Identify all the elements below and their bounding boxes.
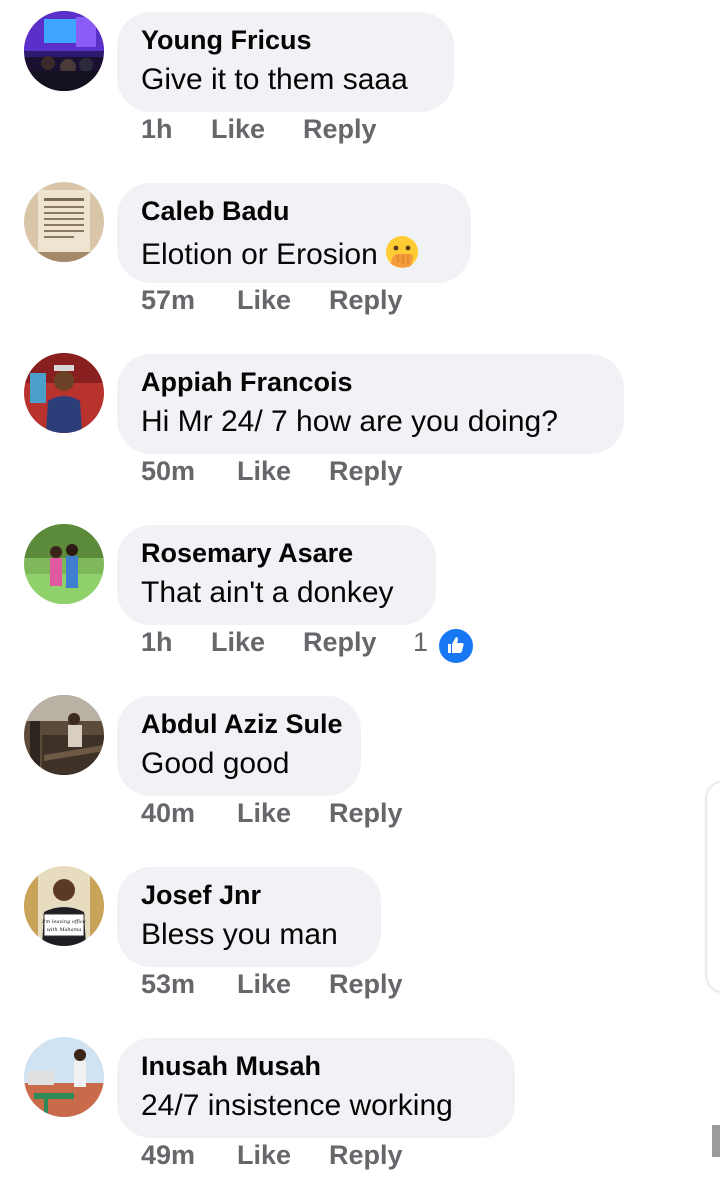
- like-reaction-icon: [437, 627, 475, 665]
- comment-author[interactable]: Caleb Badu: [141, 196, 290, 227]
- comment-bubble: Abdul Aziz Sule Good good: [117, 696, 361, 796]
- reply-button[interactable]: Reply: [303, 114, 377, 145]
- stage-photo-icon: [24, 11, 104, 91]
- comment-item: Abdul Aziz Sule Good good 40m Like Reply: [0, 684, 720, 855]
- reply-button[interactable]: Reply: [329, 969, 403, 1000]
- comment-text: Bless you man: [141, 918, 338, 951]
- comment-author[interactable]: Inusah Musah: [141, 1051, 321, 1082]
- like-button[interactable]: Like: [237, 969, 291, 1000]
- like-button[interactable]: Like: [237, 1140, 291, 1171]
- sign-text-line-2: with Mahama: [47, 927, 82, 933]
- sign-text-line-1: I'm leaving office: [41, 919, 86, 925]
- comment-author[interactable]: Appiah Francois: [141, 367, 353, 398]
- reply-button[interactable]: Reply: [329, 798, 403, 829]
- comment-item: Appiah Francois Hi Mr 24/ 7 how are you …: [0, 342, 720, 513]
- comment-time[interactable]: 1h: [141, 627, 173, 658]
- like-button[interactable]: Like: [211, 114, 265, 145]
- comment-text: That ain't a donkey: [141, 576, 394, 609]
- reply-button[interactable]: Reply: [329, 285, 403, 316]
- reaction-count: 1: [413, 627, 429, 657]
- avatar[interactable]: [24, 695, 104, 775]
- comment-bubble: Josef Jnr Bless you man: [117, 867, 381, 967]
- comment-author[interactable]: Josef Jnr: [141, 880, 261, 911]
- comment-time[interactable]: 49m: [141, 1140, 195, 1171]
- comment-text-content: Elotion or Erosion: [141, 238, 378, 271]
- comment-text: Elotion or Erosion: [141, 234, 420, 272]
- man-holding-sign-icon: I'm leaving office with Mahama: [24, 866, 104, 946]
- comment-author[interactable]: Young Fricus: [141, 25, 312, 56]
- avatar[interactable]: [24, 353, 104, 433]
- like-button[interactable]: Like: [211, 627, 265, 658]
- scrollbar-thumb[interactable]: [712, 1125, 720, 1157]
- comment-bubble: Rosemary Asare That ain't a donkey: [117, 525, 436, 625]
- comment-text: Hi Mr 24/ 7 how are you doing?: [141, 405, 558, 438]
- comment-item: Caleb Badu Elotion or Erosion 57m Like R…: [0, 171, 720, 342]
- comment-time[interactable]: 57m: [141, 285, 195, 316]
- comment-text: Good good: [141, 747, 290, 780]
- comment-item: Inusah Musah 24/7 insistence working 49m…: [0, 1026, 720, 1197]
- like-button[interactable]: Like: [237, 456, 291, 487]
- man-in-jacket-icon: [24, 353, 104, 433]
- outdoor-photo-icon: [24, 1037, 104, 1117]
- prayer-plaque-icon: [24, 182, 104, 262]
- comment-bubble: Appiah Francois Hi Mr 24/ 7 how are you …: [117, 354, 624, 454]
- comment-bubble: Young Fricus Give it to them saaa: [117, 12, 454, 112]
- hand-over-mouth-emoji-icon: [384, 234, 420, 270]
- reply-button[interactable]: Reply: [329, 1140, 403, 1171]
- avatar[interactable]: [24, 524, 104, 604]
- like-button[interactable]: Like: [237, 798, 291, 829]
- workshop-photo-icon: [24, 695, 104, 775]
- avatar[interactable]: I'm leaving office with Mahama: [24, 866, 104, 946]
- comment-time[interactable]: 53m: [141, 969, 195, 1000]
- comment-item: Young Fricus Give it to them saaa 1h Lik…: [0, 0, 720, 171]
- comment-time[interactable]: 1h: [141, 114, 173, 145]
- comment-bubble: Caleb Badu Elotion or Erosion: [117, 183, 471, 283]
- comment-item: Rosemary Asare That ain't a donkey 1h Li…: [0, 513, 720, 684]
- comment-time[interactable]: 40m: [141, 798, 195, 829]
- comment-text: Give it to them saaa: [141, 63, 408, 96]
- comment-text: 24/7 insistence working: [141, 1089, 453, 1122]
- comment-time[interactable]: 50m: [141, 456, 195, 487]
- avatar[interactable]: [24, 1037, 104, 1117]
- comment-author[interactable]: Rosemary Asare: [141, 538, 353, 569]
- avatar[interactable]: [24, 11, 104, 91]
- comment-bubble: Inusah Musah 24/7 insistence working: [117, 1038, 515, 1138]
- couple-outdoors-icon: [24, 524, 104, 604]
- reply-button[interactable]: Reply: [303, 627, 377, 658]
- like-button[interactable]: Like: [237, 285, 291, 316]
- edge-panel-handle[interactable]: [706, 781, 720, 993]
- comment-author[interactable]: Abdul Aziz Sule: [141, 709, 343, 740]
- reply-button[interactable]: Reply: [329, 456, 403, 487]
- avatar[interactable]: [24, 182, 104, 262]
- comment-item: I'm leaving office with Mahama Josef Jnr…: [0, 855, 720, 1026]
